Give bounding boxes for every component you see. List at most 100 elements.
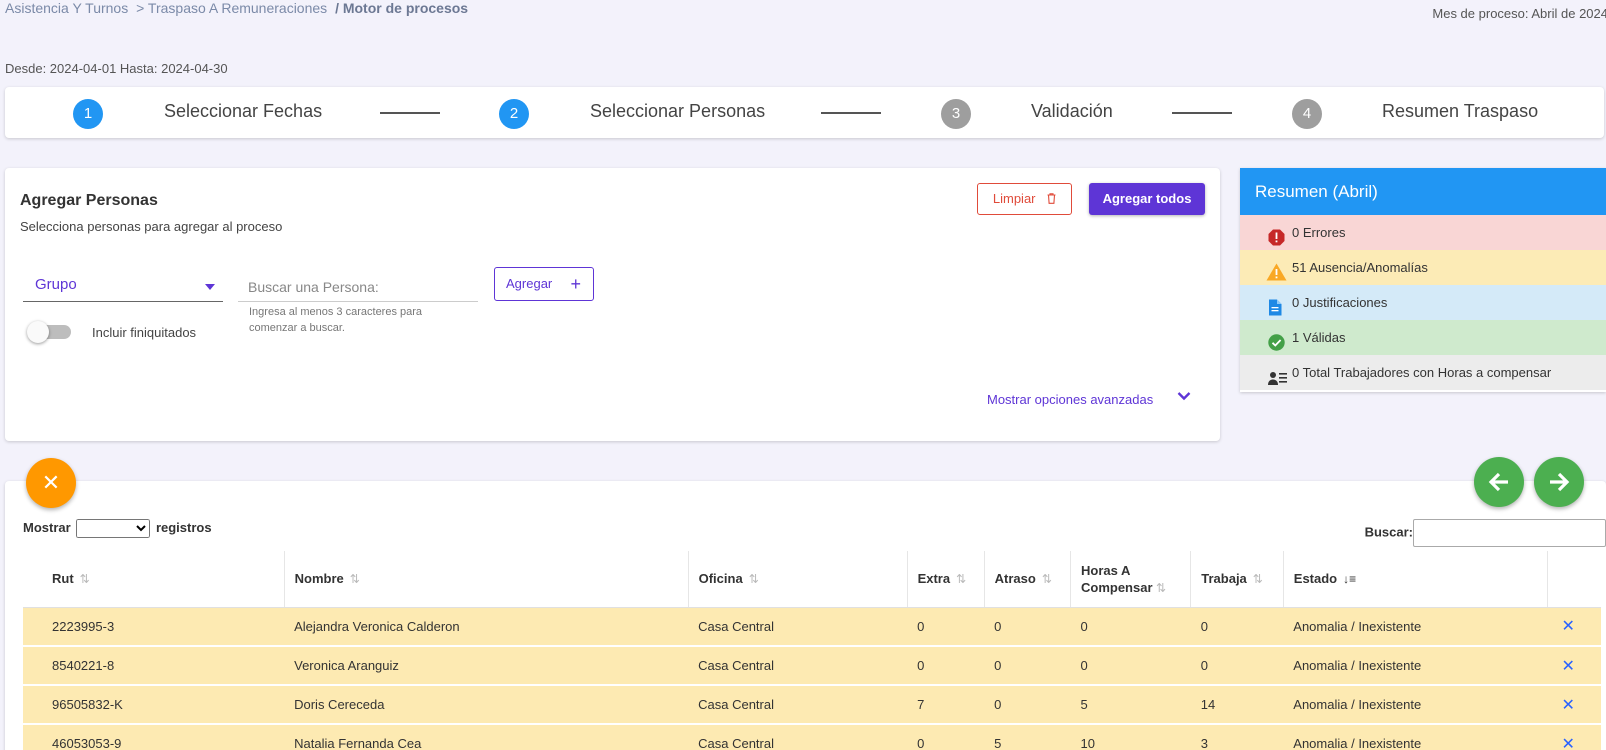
person-search-input[interactable]	[238, 272, 478, 301]
cell-nombre: Natalia Fernanda Cea	[284, 724, 689, 750]
person-search-field	[238, 272, 478, 302]
col-rut[interactable]: Rut ⇅	[23, 551, 285, 608]
table-search-control: Buscar:	[1365, 519, 1606, 547]
remove-row-icon[interactable]: ✕	[1547, 724, 1601, 750]
cell-horas: 5	[1070, 685, 1191, 725]
add-all-button[interactable]: Agregar todos	[1089, 183, 1205, 215]
chevron-down-icon[interactable]	[1177, 388, 1191, 404]
cell-atraso: 0	[984, 646, 1071, 686]
cell-horas: 10	[1070, 724, 1191, 750]
col-atraso[interactable]: Atraso ⇅	[983, 551, 1071, 608]
breadcrumb-traspaso[interactable]: > Traspaso A Remuneraciones	[136, 0, 327, 16]
sort-icon: ⇅	[349, 572, 360, 587]
remove-row-icon[interactable]: ✕	[1547, 607, 1601, 647]
warning-icon	[1266, 259, 1287, 281]
step-1-label[interactable]: Seleccionar Fechas	[164, 101, 322, 122]
table-row[interactable]: 96505832-K Doris Cereceda Casa Central 7…	[23, 685, 1601, 725]
include-terminated-toggle[interactable]	[25, 321, 71, 343]
search-hint: Ingresa al menos 3 caracteres para comen…	[249, 306, 423, 334]
col-trabaja[interactable]: Trabaja ⇅	[1190, 551, 1284, 608]
cell-trabaja: 3	[1190, 724, 1284, 750]
table-row[interactable]: 46053053-9 Natalia Fernanda Cea Casa Cen…	[23, 724, 1601, 750]
summary-total-row[interactable]: 0 Total Trabajadores con Horas a compens…	[1240, 355, 1606, 390]
col-oficina-label: Oficina	[698, 571, 743, 587]
sort-icon: ⇅	[956, 572, 967, 587]
document-icon	[1268, 294, 1285, 316]
summary-valid: 1 Válidas	[1292, 330, 1346, 345]
col-oficina[interactable]: Oficina ⇅	[687, 551, 908, 608]
cell-extra: 7	[907, 685, 985, 725]
add-persons-subtitle: Selecciona personas para agregar al proc…	[20, 219, 283, 234]
advanced-options-link[interactable]: Mostrar opciones avanzadas	[987, 392, 1153, 407]
sort-icon: ⇅	[1156, 580, 1167, 595]
cell-rut: 8540221-8	[23, 646, 285, 686]
cell-rut: 46053053-9	[23, 724, 285, 750]
check-circle-icon	[1268, 329, 1285, 351]
add-person-label: Agregar	[506, 276, 553, 291]
col-estado-label: Estado	[1293, 571, 1338, 587]
table-search-input[interactable]	[1413, 519, 1606, 547]
caret-down-icon	[205, 284, 215, 290]
step-1-number[interactable]: 1	[73, 99, 103, 129]
col-trabaja-label: Trabaja	[1201, 571, 1247, 587]
group-select[interactable]: Grupo	[23, 272, 223, 302]
page-length-control: Mostrar registros	[23, 519, 212, 538]
cell-rut: 2223995-3	[23, 607, 285, 647]
col-extra[interactable]: Extra ⇅	[906, 551, 985, 608]
cell-horas: 0	[1070, 607, 1191, 647]
col-horas-compensar[interactable]: Horas A Compensar ⇅	[1069, 551, 1191, 608]
clear-button[interactable]: Limpiar	[977, 183, 1072, 215]
page-length-select[interactable]	[76, 519, 151, 538]
summary-justifications-row[interactable]: 0 Justificaciones	[1240, 285, 1606, 320]
step-connector	[1172, 112, 1232, 114]
summary-errors-row[interactable]: 0 Errores	[1240, 215, 1606, 250]
previous-step-button[interactable]	[1474, 457, 1524, 507]
group-select-label: Grupo	[35, 276, 77, 293]
table-row[interactable]: 8540221-8 Veronica Aranguiz Casa Central…	[23, 646, 1601, 686]
cell-atraso: 0	[984, 685, 1071, 725]
plus-icon: +	[570, 274, 581, 294]
summary-anomalies: 51 Ausencia/Anomalías	[1292, 260, 1428, 275]
close-icon: ✕	[41, 470, 61, 495]
step-2-label[interactable]: Seleccionar Personas	[590, 101, 765, 122]
step-connector	[380, 112, 440, 114]
summary-panel: Resumen (Abril) 0 Errores 51 Ausencia/An…	[1240, 168, 1606, 392]
cell-trabaja: 0	[1190, 646, 1284, 686]
close-fab-button[interactable]: ✕	[26, 458, 76, 508]
cell-oficina: Casa Central	[688, 685, 908, 725]
persons-table-card: Mostrar registros Buscar: Rut ⇅ Nombre ⇅ O…	[5, 481, 1606, 750]
summary-valid-row[interactable]: 1 Válidas	[1240, 320, 1606, 355]
clear-button-label: Limpiar	[992, 191, 1036, 206]
step-3-label[interactable]: Validación	[1031, 101, 1113, 122]
remove-row-icon[interactable]: ✕	[1547, 685, 1601, 725]
cell-nombre: Doris Cereceda	[284, 685, 689, 725]
sort-icon: ⇅	[748, 572, 759, 587]
error-icon	[1268, 224, 1285, 246]
summary-anomalies-row[interactable]: 51 Ausencia/Anomalías	[1240, 250, 1606, 285]
add-person-button[interactable]: Agregar +	[494, 267, 594, 301]
remove-row-icon[interactable]: ✕	[1547, 646, 1601, 686]
breadcrumb-current: / Motor de procesos	[335, 0, 469, 16]
persons-table: Rut ⇅ Nombre ⇅ Oficina ⇅ Extra ⇅ Atraso ⇅ Hor…	[23, 551, 1601, 750]
step-4-label[interactable]: Resumen Traspaso	[1382, 101, 1538, 122]
next-step-button[interactable]	[1534, 457, 1584, 507]
step-3-number[interactable]: 3	[941, 99, 971, 129]
cell-atraso: 5	[984, 724, 1071, 750]
breadcrumb-asistencia[interactable]: Asistencia Y Turnos	[5, 0, 128, 16]
cell-estado: Anomalia / Inexistente	[1283, 646, 1548, 686]
cell-nombre: Veronica Aranguiz	[284, 646, 689, 686]
person-list-icon	[1268, 364, 1287, 385]
table-row[interactable]: 2223995-3 Alejandra Veronica Calderon Ca…	[23, 607, 1601, 647]
summary-justifications: 0 Justificaciones	[1292, 295, 1388, 310]
col-estado[interactable]: Estado ↓≡	[1282, 551, 1548, 608]
cell-extra: 0	[907, 724, 985, 750]
step-4-number[interactable]: 4	[1292, 99, 1322, 129]
step-2-number[interactable]: 2	[499, 99, 529, 129]
summary-total: 0 Total Trabajadores con Horas a compens…	[1292, 365, 1552, 380]
col-nombre[interactable]: Nombre ⇅	[283, 551, 689, 608]
toggle-knob	[27, 321, 49, 343]
add-persons-title: Agregar Personas	[20, 192, 158, 209]
breadcrumb: Asistencia Y Turnos > Traspaso A Remuner…	[5, 0, 472, 16]
sort-icon: ⇅	[79, 572, 90, 587]
include-terminated-label: Incluir finiquitados	[92, 325, 197, 340]
